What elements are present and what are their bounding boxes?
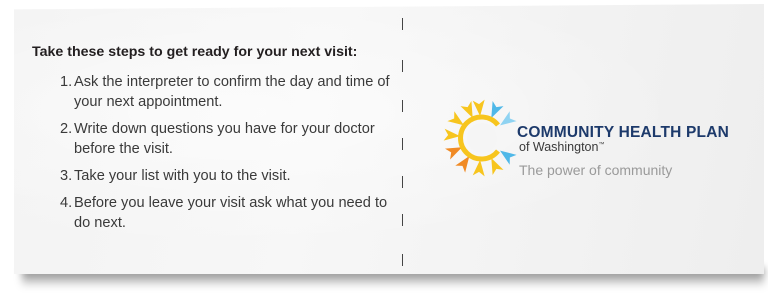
trademark-mark: ™	[598, 141, 605, 148]
step-item: 1. Ask the interpreter to confirm the da…	[60, 72, 392, 112]
step-number: 4.	[60, 195, 73, 211]
step-item: 2. Write down questions you have for you…	[60, 119, 392, 159]
visit-steps-panel: Take these steps to get ready for your n…	[32, 44, 392, 240]
brand-subname: of Washington™	[519, 140, 604, 154]
step-number: 3.	[60, 168, 73, 184]
fold-line	[400, 14, 406, 274]
step-number: 2.	[60, 121, 73, 137]
brand-tagline: The power of community	[519, 162, 673, 178]
brand-logo-block: COMMUNITY HEALTH PLAN of Washington™ The…	[440, 98, 760, 188]
steps-list: 1. Ask the interpreter to confirm the da…	[32, 72, 392, 233]
step-number: 1.	[60, 74, 73, 90]
step-text: Before you leave your visit ask what you…	[74, 195, 388, 231]
step-text: Take your list with you to the visit.	[74, 168, 291, 184]
step-item: 3. Take your list with you to the visit.	[60, 166, 392, 186]
sunburst-c-logo-icon	[443, 99, 517, 177]
steps-heading: Take these steps to get ready for your n…	[32, 44, 358, 60]
step-text: Write down questions you have for your d…	[74, 121, 375, 157]
step-text: Ask the interpreter to confirm the day a…	[74, 74, 390, 110]
brand-subname-text: of Washington	[519, 140, 599, 154]
step-item: 4. Before you leave your visit ask what …	[60, 193, 392, 233]
